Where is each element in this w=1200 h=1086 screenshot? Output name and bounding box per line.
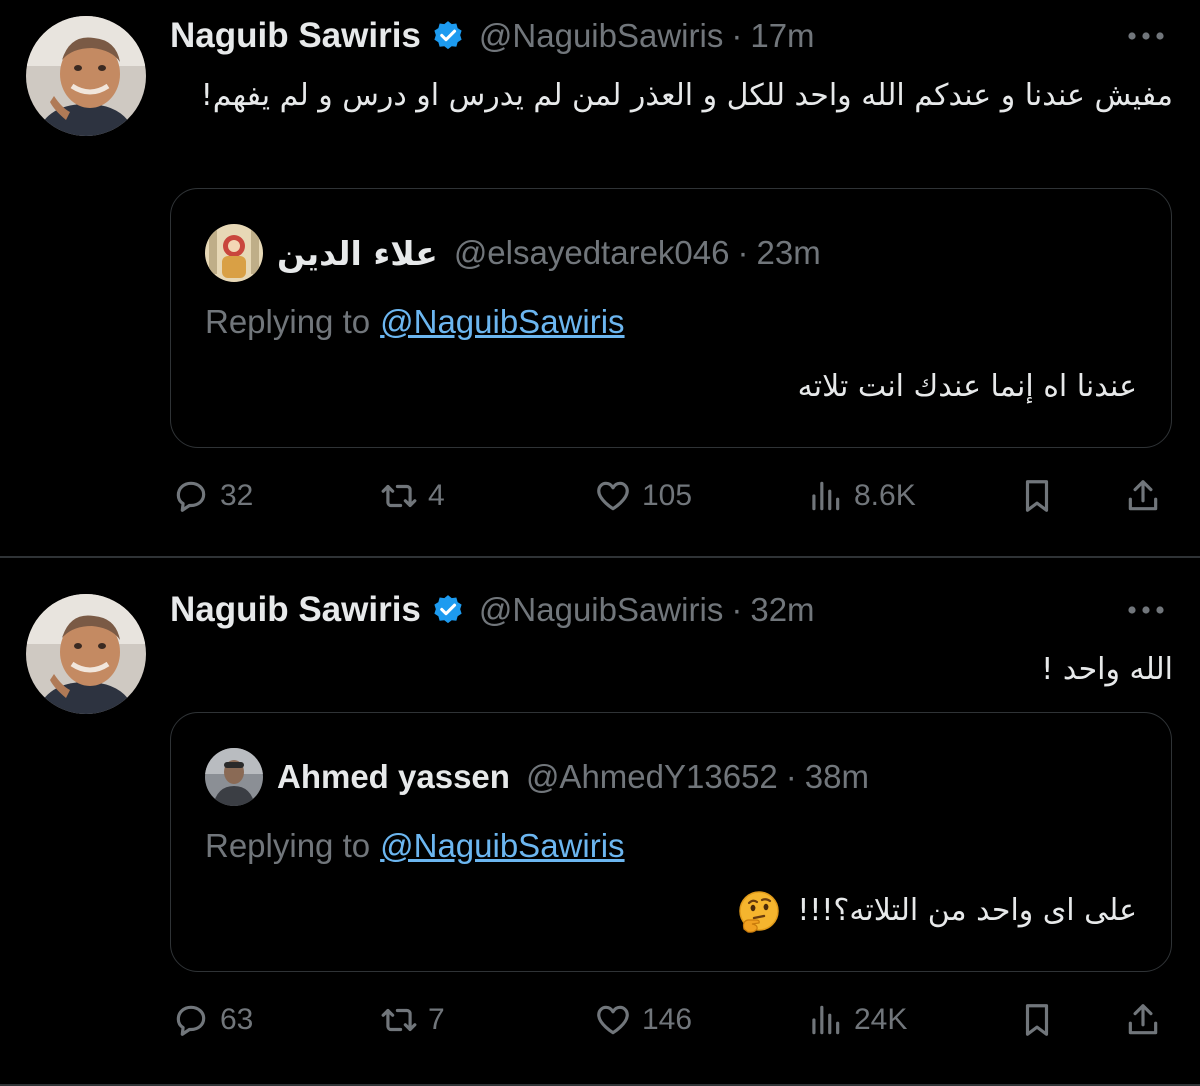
separator-dot: · <box>731 17 743 54</box>
like-icon <box>597 1005 629 1035</box>
verified-badge-icon <box>431 19 465 53</box>
timestamp[interactable]: 17m <box>750 17 814 55</box>
reply-button[interactable]: 32 <box>172 466 253 526</box>
quoted-avatar[interactable] <box>205 224 263 282</box>
bookmark-icon <box>1025 1004 1049 1036</box>
action-bar: 63 7 146 24K <box>0 990 1200 1050</box>
tweet-text: الله واحد ! <box>1041 652 1173 687</box>
author-handle[interactable]: @NaguibSawiris <box>479 17 723 55</box>
reply-count: 63 <box>220 1003 254 1036</box>
quoted-timestamp[interactable]: 23m <box>756 234 820 272</box>
verified-badge-icon <box>431 593 465 627</box>
quoted-author-handle[interactable]: @AhmedY13652 <box>526 758 778 796</box>
share-button[interactable] <box>1124 990 1162 1050</box>
thinking-face-emoji <box>736 889 782 935</box>
replying-to-label: Replying to <box>205 303 371 340</box>
views-icon <box>812 481 840 511</box>
like-count: 105 <box>642 479 693 512</box>
bookmark-button[interactable] <box>1018 466 1056 526</box>
replying-to: Replying to @NaguibSawiris <box>205 827 625 865</box>
avatar[interactable] <box>26 594 146 714</box>
quoted-author-handle[interactable]: @elsayedtarek046 <box>454 234 730 272</box>
quoted-avatar[interactable] <box>205 748 263 806</box>
quoted-tweet[interactable]: Ahmed yassen @AhmedY13652 · 38m Replying… <box>170 712 1172 972</box>
tweet-header: Naguib Sawiris @NaguibSawiris · 17m <box>170 14 815 58</box>
like-button[interactable]: 105 <box>594 466 692 526</box>
quoted-timestamp[interactable]: 38m <box>805 758 869 796</box>
retweet-count: 7 <box>428 1003 445 1036</box>
more-options-icon[interactable] <box>1124 600 1168 620</box>
separator-dot: · <box>737 234 749 271</box>
replying-to-mention[interactable]: @NaguibSawiris <box>380 827 624 864</box>
reply-count: 32 <box>220 479 254 512</box>
quoted-tweet-header: علاء الدين @elsayedtarek046 · 23m <box>205 223 821 283</box>
retweet-icon <box>381 484 417 508</box>
quoted-author-name[interactable]: Ahmed yassen <box>277 758 510 796</box>
view-count: 8.6K <box>854 479 916 512</box>
quoted-tweet[interactable]: علاء الدين @elsayedtarek046 · 23m Replyi… <box>170 188 1172 448</box>
views-button[interactable]: 8.6K <box>806 466 916 526</box>
views-icon <box>812 1005 840 1035</box>
author-handle[interactable]: @NaguibSawiris <box>479 591 723 629</box>
author-name[interactable]: Naguib Sawiris <box>170 590 421 630</box>
view-count: 24K <box>854 1003 908 1036</box>
quoted-tweet-text: على اى واحد من التلاته؟!!! <box>797 893 1137 928</box>
share-icon <box>1128 480 1158 511</box>
author-name[interactable]: Naguib Sawiris <box>170 16 421 56</box>
avatar[interactable] <box>26 16 146 136</box>
bookmark-icon <box>1025 480 1049 512</box>
bookmark-button[interactable] <box>1018 990 1056 1050</box>
share-icon <box>1128 1004 1158 1035</box>
retweet-button[interactable]: 4 <box>380 466 445 526</box>
tweet[interactable]: Naguib Sawiris @NaguibSawiris · 32m الله… <box>0 558 1200 1086</box>
quoted-tweet-header: Ahmed yassen @AhmedY13652 · 38m <box>205 747 869 807</box>
reply-icon <box>176 481 206 512</box>
more-options-icon[interactable] <box>1124 26 1168 46</box>
like-count: 146 <box>642 1003 693 1036</box>
quoted-tweet-text: عندنا اه إنما عندك انت تلاته <box>797 369 1137 404</box>
replying-to-label: Replying to <box>205 827 371 864</box>
retweet-button[interactable]: 7 <box>380 990 445 1050</box>
quoted-author-name[interactable]: علاء الدين <box>277 234 438 273</box>
retweet-count: 4 <box>428 479 445 512</box>
replying-to-mention[interactable]: @NaguibSawiris <box>380 303 624 340</box>
tweet-text: مفيش عندنا و عندكم الله واحد للكل و العذ… <box>200 78 1173 113</box>
timestamp[interactable]: 32m <box>750 591 814 629</box>
views-button[interactable]: 24K <box>806 990 907 1050</box>
reply-button[interactable]: 63 <box>172 990 253 1050</box>
share-button[interactable] <box>1124 466 1162 526</box>
separator-dot: · <box>731 591 743 628</box>
action-bar: 32 4 105 8.6K <box>0 466 1200 526</box>
retweet-icon <box>381 1008 417 1032</box>
tweet-header: Naguib Sawiris @NaguibSawiris · 32m <box>170 588 815 632</box>
quoted-tweet-text-row: على اى واحد من التلاته؟!!! <box>736 887 1137 935</box>
like-icon <box>597 481 629 511</box>
reply-icon <box>176 1005 206 1036</box>
separator-dot: · <box>785 758 797 795</box>
like-button[interactable]: 146 <box>594 990 692 1050</box>
replying-to: Replying to @NaguibSawiris <box>205 303 625 341</box>
tweet[interactable]: Naguib Sawiris @NaguibSawiris · 17m مفيش… <box>0 0 1200 556</box>
